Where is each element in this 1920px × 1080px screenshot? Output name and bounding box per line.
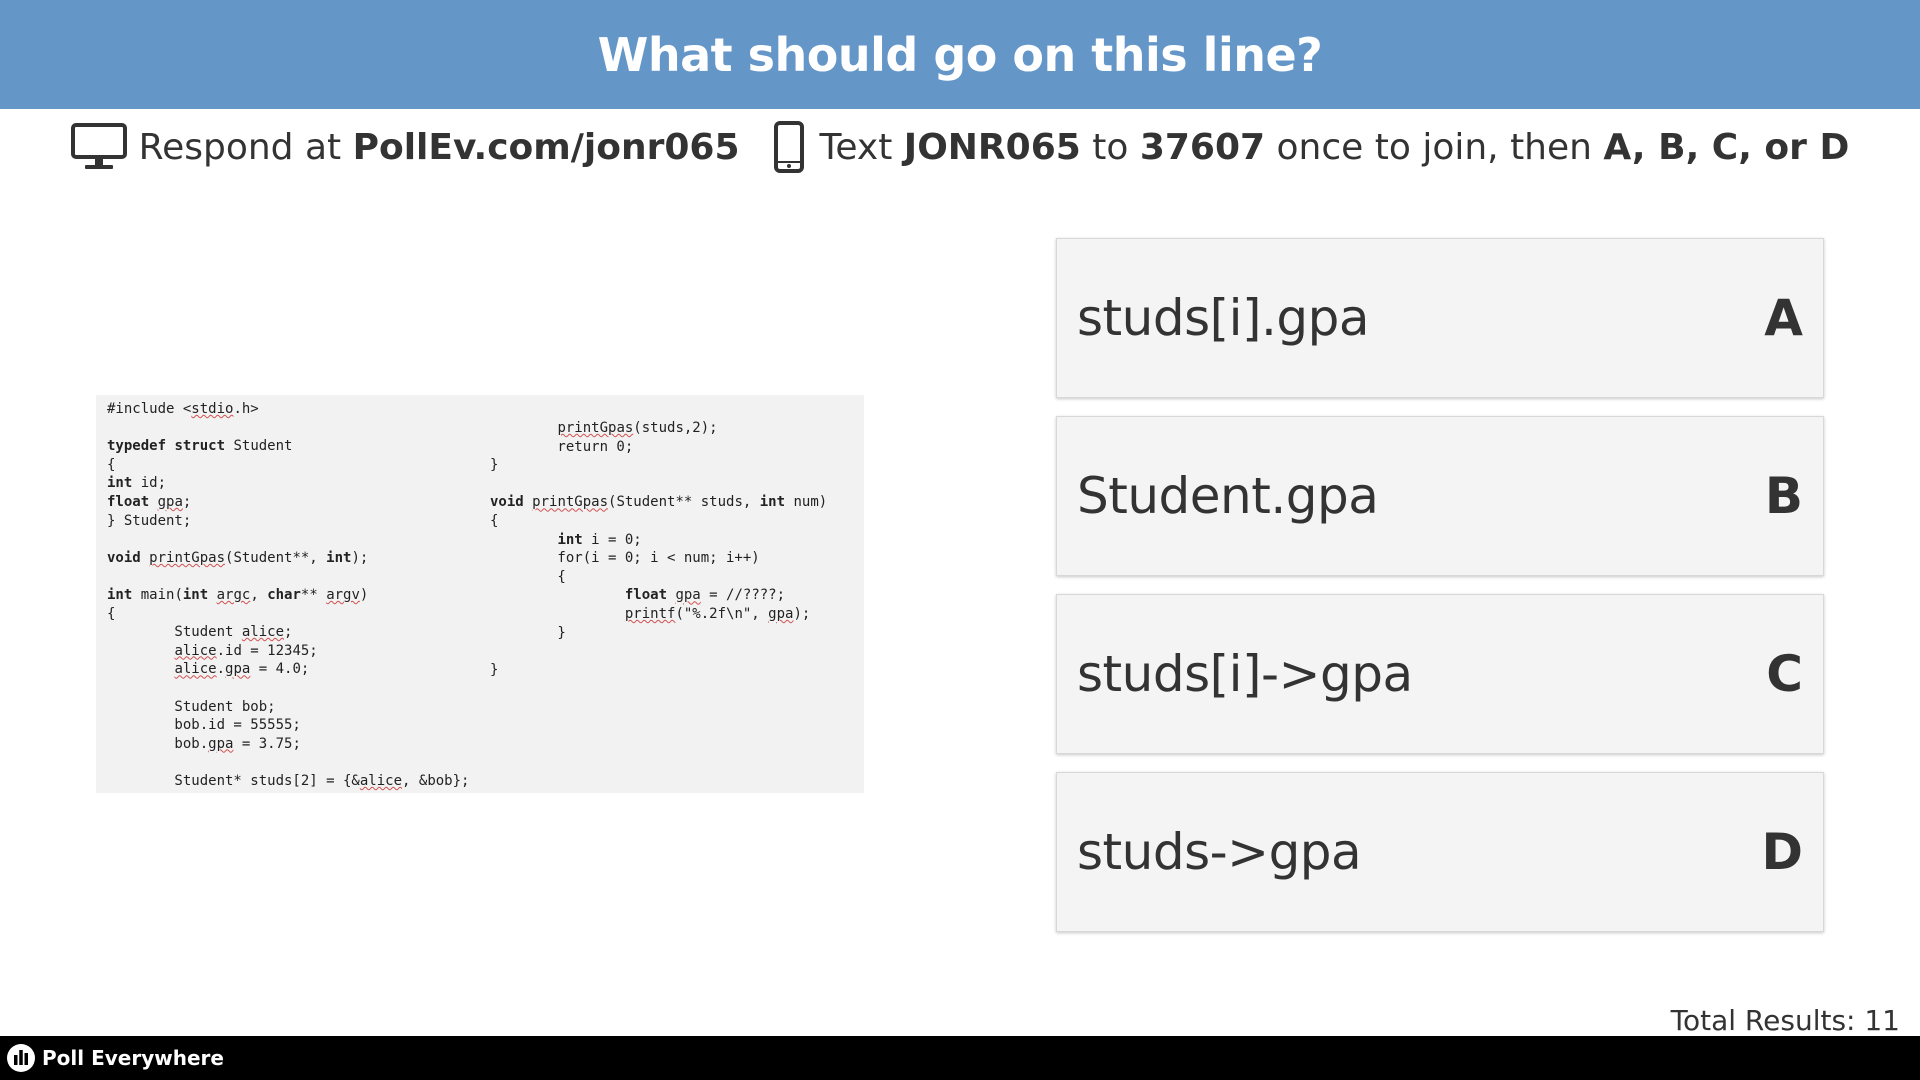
answer-options: studs[i].gpa A Student.gpa B studs[i]->g…	[1056, 238, 1824, 950]
code-right-column: printGpas(studs,2); return 0; } void pri…	[490, 420, 828, 678]
footer-bar: Poll Everywhere	[0, 1036, 1920, 1080]
option-letter: A	[1764, 289, 1803, 347]
phone-icon	[773, 121, 804, 173]
option-d[interactable]: studs->gpa D	[1056, 772, 1824, 932]
option-text: Student.gpa	[1077, 467, 1379, 525]
header-bar: What should go on this line?	[0, 0, 1920, 109]
to-word: to	[1080, 126, 1140, 168]
text-code: JONR065	[903, 126, 1081, 168]
code-left-column: #include <stdio.h> typedef struct Studen…	[107, 401, 470, 789]
option-letter: B	[1764, 467, 1803, 525]
option-text: studs[i].gpa	[1077, 289, 1370, 347]
question-title: What should go on this line?	[597, 27, 1323, 82]
option-letter: C	[1766, 645, 1803, 703]
option-b[interactable]: Student.gpa B	[1056, 416, 1824, 576]
answer-choices: A, B, C, or D	[1603, 126, 1850, 168]
brand-name[interactable]: Poll Everywhere	[42, 1046, 224, 1070]
join-text: once to join, then	[1265, 126, 1604, 168]
option-c[interactable]: studs[i]->gpa C	[1056, 594, 1824, 754]
monitor-icon	[70, 123, 127, 169]
option-text: studs[i]->gpa	[1077, 645, 1413, 703]
code-snippet: #include <stdio.h> typedef struct Studen…	[96, 395, 864, 793]
text-prefix: Text	[819, 126, 904, 168]
respond-prefix: Respond at	[138, 126, 353, 168]
option-text: studs->gpa	[1077, 823, 1362, 881]
respond-url: PollEv.com/jonr065	[352, 126, 740, 168]
total-results: Total Results: 11	[1670, 1004, 1900, 1037]
response-instructions: Respond at PollEv.com/jonr065 Text JONR0…	[0, 109, 1920, 185]
text-number: 37607	[1139, 126, 1266, 168]
option-letter: D	[1761, 823, 1803, 881]
poll-everywhere-logo-icon[interactable]	[6, 1043, 36, 1073]
option-a[interactable]: studs[i].gpa A	[1056, 238, 1824, 398]
